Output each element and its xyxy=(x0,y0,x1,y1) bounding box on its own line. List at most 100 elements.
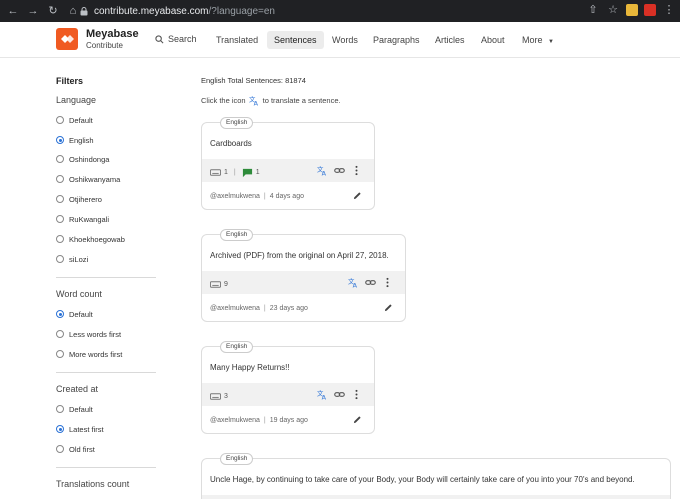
logo[interactable] xyxy=(56,28,78,50)
radio-button[interactable] xyxy=(56,255,64,263)
language-option[interactable]: Default xyxy=(56,114,93,126)
more-vert-icon[interactable] xyxy=(382,277,393,288)
keyboard-icon xyxy=(210,281,221,288)
language-option[interactable]: Khoekhoegowab xyxy=(56,233,125,245)
radio-button[interactable] xyxy=(56,330,64,338)
created-at-option[interactable]: Default xyxy=(56,403,93,415)
more-vert-icon[interactable] xyxy=(351,165,362,176)
radio-button[interactable] xyxy=(56,175,64,183)
hint-text-after: to translate a sentence. xyxy=(262,96,341,105)
filter-divider xyxy=(56,467,156,468)
keyboard-icon xyxy=(210,393,221,400)
filters-title: Filters xyxy=(56,76,84,86)
author-link[interactable]: @axelmukwena xyxy=(210,193,260,200)
translate-icon[interactable]: 文A xyxy=(317,165,328,176)
translate-icon[interactable]: 文A xyxy=(348,277,359,288)
card-actions-bar: 1 | 1 文A xyxy=(202,159,374,182)
language-option[interactable]: Oshikwanyama xyxy=(56,173,120,185)
language-option[interactable]: Oshindonga xyxy=(56,153,109,165)
option-label: More words first xyxy=(69,349,123,359)
link-icon[interactable] xyxy=(365,277,376,288)
language-option[interactable]: RuKwangali xyxy=(56,213,109,225)
comment-icon[interactable] xyxy=(242,167,253,178)
translate-hint: Click the icon 文A to translate a sentenc… xyxy=(201,95,341,106)
menu-icon[interactable]: ⋮ xyxy=(662,3,676,17)
author-link[interactable]: @axelmukwena xyxy=(210,417,260,424)
radio-button[interactable] xyxy=(56,310,64,318)
nav-about[interactable]: About xyxy=(474,31,512,49)
radio-button[interactable] xyxy=(56,155,64,163)
card-footer: @axelmukwena | 19 days ago xyxy=(210,417,308,424)
radio-button[interactable] xyxy=(56,136,64,144)
filter-divider xyxy=(56,277,156,278)
card-footer: @axelmukwena | 4 days ago xyxy=(210,193,304,200)
nav-paragraphs[interactable]: Paragraphs xyxy=(366,31,427,49)
nav-words[interactable]: Words xyxy=(325,31,365,49)
brand-subtitle: Contribute xyxy=(86,41,123,50)
word-count: 3 xyxy=(224,393,228,400)
language-option[interactable]: English xyxy=(56,134,94,146)
sentence-text: Many Happy Returns!! xyxy=(210,363,290,372)
sentence-card: English Many Happy Returns!! 3 文A @axelm… xyxy=(201,341,375,434)
star-icon[interactable]: ☆ xyxy=(606,3,620,17)
author-link[interactable]: @axelmukwena xyxy=(210,305,260,312)
more-vert-icon[interactable] xyxy=(351,389,362,400)
word-count: 9 xyxy=(224,281,228,288)
radio-button[interactable] xyxy=(56,405,64,413)
logo-mark-icon xyxy=(61,35,74,43)
address-bar[interactable]: contribute.meyabase.com/?language=en xyxy=(80,3,600,19)
language-filter-title: Language xyxy=(56,95,97,105)
timestamp: 19 days ago xyxy=(269,417,308,424)
radio-button[interactable] xyxy=(56,195,64,203)
back-icon[interactable]: ← xyxy=(6,4,20,18)
share-icon[interactable]: ⇧ xyxy=(586,3,600,17)
total-sentences-label: English Total Sentences: 81874 xyxy=(201,76,306,85)
radio-button[interactable] xyxy=(56,445,64,453)
timestamp: 23 days ago xyxy=(269,305,308,312)
url-host: contribute.meyabase.com xyxy=(94,5,209,17)
nav-more[interactable]: More ▼ xyxy=(515,31,561,49)
word-count-option[interactable]: More words first xyxy=(56,348,122,360)
language-option[interactable]: siLozi xyxy=(56,253,88,265)
option-label: Oshindonga xyxy=(69,154,110,164)
home-icon[interactable]: ⌂ xyxy=(66,4,80,18)
word-count-option[interactable]: Less words first xyxy=(56,328,121,340)
comment-count: 1 xyxy=(255,169,260,176)
extension-icon[interactable] xyxy=(626,4,638,16)
caret-down-icon: ▼ xyxy=(548,39,554,45)
edit-icon[interactable] xyxy=(353,415,362,424)
translate-icon[interactable]: 文A xyxy=(317,389,328,400)
option-label: Default xyxy=(69,115,93,125)
radio-button[interactable] xyxy=(56,215,64,223)
radio-button[interactable] xyxy=(56,350,64,358)
word-count-option[interactable]: Default xyxy=(56,308,93,320)
link-icon[interactable] xyxy=(334,389,345,400)
sentence-text: Uncle Hage, by continuing to take care o… xyxy=(210,475,635,484)
url-path: /?language=en xyxy=(208,5,275,17)
card-actions-bar: 3 文A xyxy=(202,383,374,406)
reload-icon[interactable]: ↻ xyxy=(46,4,60,18)
option-label: Less words first xyxy=(69,329,122,339)
language-badge: English xyxy=(220,341,254,353)
radio-button[interactable] xyxy=(56,116,64,124)
search-button[interactable]: Search xyxy=(155,34,197,44)
link-icon[interactable] xyxy=(334,165,345,176)
nav-articles[interactable]: Articles xyxy=(428,31,472,49)
extension-icon[interactable] xyxy=(644,4,656,16)
option-label: Oshikwanyama xyxy=(69,174,121,184)
nav-sentences[interactable]: Sentences xyxy=(267,31,324,49)
forward-icon[interactable]: → xyxy=(26,4,40,18)
created-at-option[interactable]: Old first xyxy=(56,443,95,455)
option-label: Old first xyxy=(69,444,95,454)
edit-icon[interactable] xyxy=(384,303,393,312)
word-count: 1 xyxy=(224,169,228,176)
created-at-option[interactable]: Latest first xyxy=(56,423,104,435)
translations-count-filter-title: Translations count xyxy=(56,479,130,489)
radio-button[interactable] xyxy=(56,425,64,433)
radio-button[interactable] xyxy=(56,235,64,243)
language-option[interactable]: Otjiherero xyxy=(56,193,102,205)
nav-translated[interactable]: Translated xyxy=(209,31,265,49)
edit-icon[interactable] xyxy=(353,191,362,200)
option-label: Latest first xyxy=(69,424,104,434)
filter-divider xyxy=(56,372,156,373)
